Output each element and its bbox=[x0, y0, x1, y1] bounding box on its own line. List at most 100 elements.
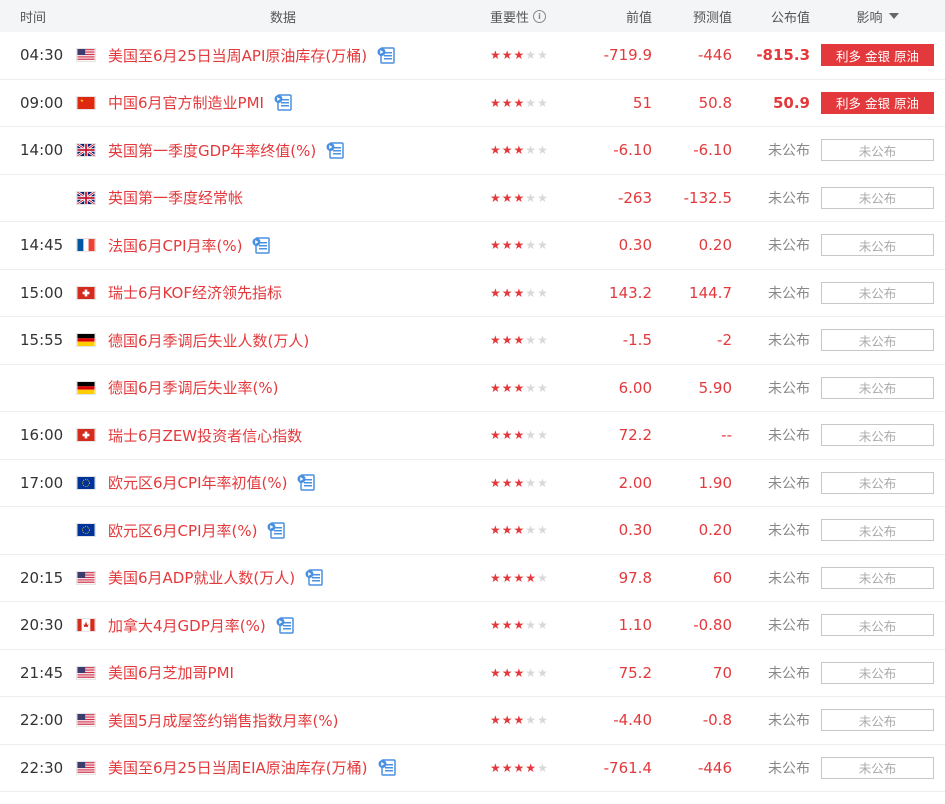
row-event[interactable]: 美国6月ADP就业人数(万人) bbox=[68, 567, 490, 588]
row-event[interactable]: 加拿大4月GDP月率(%) bbox=[68, 615, 490, 636]
row-event[interactable]: 欧元区6月CPI年率初值(%) bbox=[68, 472, 490, 493]
flag-fr-icon bbox=[76, 238, 96, 253]
effect-badge[interactable]: 未公布 bbox=[821, 234, 934, 257]
actual-value: 未公布 bbox=[768, 665, 810, 682]
table-row[interactable]: 欧元区6月CPI月率(%) ★ ★ ★ ★ ★ 0.30 0.20 未公布 未公布 bbox=[0, 507, 945, 555]
effect-badge[interactable]: 未公布 bbox=[821, 566, 934, 589]
table-row[interactable]: 04:30 美国至6月25日当周API原油库存(万桶) ★ ★ ★ ★ ★ -719.9… bbox=[0, 32, 945, 80]
event-name-link[interactable]: 英国第一季度经常帐 bbox=[108, 187, 243, 208]
event-name-link[interactable]: 德国6月季调后失业率(%) bbox=[108, 377, 279, 398]
row-event[interactable]: 美国5月成屋签约销售指数月率(%) bbox=[68, 710, 490, 731]
row-event[interactable]: 美国至6月25日当周API原油库存(万桶) bbox=[68, 45, 490, 66]
report-doc-icon[interactable] bbox=[274, 94, 292, 111]
row-event[interactable]: 美国至6月25日当周EIA原油库存(万桶) bbox=[68, 757, 490, 778]
effect-badge[interactable]: 未公布 bbox=[821, 471, 934, 494]
row-event[interactable]: ★ 中国6月官方制造业PMI bbox=[68, 92, 490, 113]
row-event[interactable]: 英国第一季度经常帐 bbox=[68, 187, 490, 208]
table-row[interactable]: 17:00 欧元区6月CPI年率初值(%) ★ ★ ★ ★ ★ 2.00 1.90 未公… bbox=[0, 460, 945, 507]
row-actual: 未公布 bbox=[732, 710, 810, 730]
header-effect-label: 影响 bbox=[856, 10, 883, 26]
event-name-link[interactable]: 中国6月官方制造业PMI bbox=[108, 92, 264, 113]
report-doc-icon[interactable] bbox=[326, 142, 344, 159]
event-name-link[interactable]: 美国6月芝加哥PMI bbox=[108, 662, 234, 683]
table-row[interactable]: 14:45 法国6月CPI月率(%) ★ ★ ★ ★ ★ 0.30 0.20 未公布 未… bbox=[0, 222, 945, 270]
info-icon[interactable]: i bbox=[533, 9, 547, 23]
star-icon: ★ bbox=[501, 190, 513, 205]
table-row[interactable]: 德国6月季调后失业率(%) ★ ★ ★ ★ ★ 6.00 5.90 未公布 未公布 bbox=[0, 365, 945, 412]
effect-badge[interactable]: 未公布 bbox=[821, 186, 934, 209]
event-name-link[interactable]: 德国6月季调后失业人数(万人) bbox=[108, 330, 309, 351]
row-event[interactable]: 法国6月CPI月率(%) bbox=[68, 235, 490, 256]
table-row[interactable]: 英国第一季度经常帐 ★ ★ ★ ★ ★ -263 -132.5 未公布 未公布 bbox=[0, 175, 945, 222]
table-row[interactable]: 14:00 英国第一季度GDP年率终值(%) ★ ★ ★ ★ ★ -6.10 -6.10… bbox=[0, 127, 945, 175]
table-row[interactable]: 15:55 德国6月季调后失业人数(万人) ★ ★ ★ ★ ★ -1.5 -2 未公布 … bbox=[0, 317, 945, 365]
row-event[interactable]: 英国第一季度GDP年率终值(%) bbox=[68, 140, 490, 161]
table-row[interactable]: 22:00 美国5月成屋签约销售指数月率(%) ★ ★ ★ ★ ★ -4.40 -0.8… bbox=[0, 697, 945, 745]
event-name-link[interactable]: 美国6月ADP就业人数(万人) bbox=[108, 567, 295, 588]
event-name-link[interactable]: 瑞士6月KOF经济领先指标 bbox=[108, 282, 282, 303]
row-event[interactable]: 瑞士6月ZEW投资者信心指数 bbox=[68, 425, 490, 446]
effect-badge[interactable]: 未公布 bbox=[821, 139, 934, 162]
table-row[interactable]: 15:00 瑞士6月KOF经济领先指标 ★ ★ ★ ★ ★ 143.2 144.7 未公… bbox=[0, 270, 945, 317]
event-name-link[interactable]: 欧元区6月CPI月率(%) bbox=[108, 520, 257, 541]
time-text: 15:00 bbox=[20, 283, 64, 302]
effect-badge[interactable]: 利多 金银 原油 bbox=[821, 44, 934, 67]
report-doc-icon[interactable] bbox=[252, 237, 271, 254]
table-row[interactable]: 21:45 美国6月芝加哥PMI ★ ★ ★ ★ ★ 75.2 70 未公布 未公布 bbox=[0, 650, 945, 697]
row-previous: 97.8 bbox=[572, 569, 652, 587]
flag-us-icon bbox=[76, 760, 96, 775]
report-doc-icon[interactable] bbox=[267, 522, 286, 539]
report-doc-icon[interactable] bbox=[377, 47, 395, 64]
star-icon: ★ bbox=[525, 143, 537, 158]
row-event[interactable]: 欧元区6月CPI月率(%) bbox=[68, 520, 490, 541]
row-event[interactable]: 美国6月芝加哥PMI bbox=[68, 662, 490, 683]
event-name-link[interactable]: 加拿大4月GDP月率(%) bbox=[108, 615, 266, 636]
row-actual: -815.3 bbox=[732, 46, 810, 64]
event-name-link[interactable]: 美国5月成屋签约销售指数月率(%) bbox=[108, 710, 339, 731]
star-icon: ★ bbox=[513, 713, 525, 728]
report-doc-icon[interactable] bbox=[297, 474, 316, 491]
star-icon: ★ bbox=[490, 380, 501, 395]
row-event[interactable]: 德国6月季调后失业人数(万人) bbox=[68, 330, 490, 351]
event-name-link[interactable]: 美国至6月25日当周API原油库存(万桶) bbox=[108, 45, 367, 66]
star-icon: ★ bbox=[525, 475, 537, 490]
effect-badge[interactable]: 未公布 bbox=[821, 756, 934, 779]
caret-down-icon[interactable] bbox=[888, 13, 899, 19]
table-row[interactable]: 09:00 ★ 中国6月官方制造业PMI ★ ★ ★ ★ ★ 51 50.8 50.9 … bbox=[0, 80, 945, 127]
effect-badge[interactable]: 未公布 bbox=[821, 281, 934, 304]
event-name-link[interactable]: 欧元区6月CPI年率初值(%) bbox=[108, 472, 287, 493]
table-row[interactable]: 16:00 瑞士6月ZEW投资者信心指数 ★ ★ ★ ★ ★ 72.2 -- 未公布 未… bbox=[0, 412, 945, 460]
row-forecast: -2 bbox=[652, 331, 732, 349]
row-event[interactable]: 德国6月季调后失业率(%) bbox=[68, 377, 490, 398]
event-name-link[interactable]: 瑞士6月ZEW投资者信心指数 bbox=[108, 425, 302, 446]
row-effect: 未公布 bbox=[810, 234, 945, 257]
event-name-link[interactable]: 法国6月CPI月率(%) bbox=[108, 235, 242, 256]
row-event[interactable]: 瑞士6月KOF经济领先指标 bbox=[68, 282, 490, 303]
effect-badge[interactable]: 未公布 bbox=[821, 519, 934, 542]
flag-us-icon bbox=[76, 665, 96, 680]
row-forecast: 0.20 bbox=[652, 236, 732, 254]
effect-badge[interactable]: 未公布 bbox=[821, 376, 934, 399]
previous-value: -4.40 bbox=[613, 711, 652, 730]
report-doc-icon[interactable] bbox=[276, 617, 294, 634]
row-previous: -1.5 bbox=[572, 331, 652, 349]
event-name-link[interactable]: 美国至6月25日当周EIA原油库存(万桶) bbox=[108, 757, 368, 778]
report-doc-icon[interactable] bbox=[378, 759, 396, 776]
effect-badge[interactable]: 未公布 bbox=[821, 709, 934, 732]
previous-value: 0.30 bbox=[618, 236, 652, 255]
star-icon: ★ bbox=[501, 428, 513, 443]
event-name-link[interactable]: 英国第一季度GDP年率终值(%) bbox=[108, 140, 316, 161]
importance-stars: ★ ★ ★ ★ ★ bbox=[490, 97, 548, 109]
table-row[interactable]: 22:30 美国至6月25日当周EIA原油库存(万桶) ★ ★ ★ ★ ★ -761.4… bbox=[0, 745, 945, 792]
effect-badge[interactable]: 未公布 bbox=[821, 329, 934, 352]
star-icon: ★ bbox=[525, 713, 537, 728]
table-row[interactable]: 20:15 美国6月ADP就业人数(万人) ★ ★ ★ ★ ★ 97.8 60 未公布 … bbox=[0, 555, 945, 602]
effect-badge[interactable]: 利多 金银 原油 bbox=[821, 91, 934, 114]
effect-badge[interactable]: 未公布 bbox=[821, 424, 934, 447]
effect-badge[interactable]: 未公布 bbox=[821, 614, 934, 637]
report-doc-icon[interactable] bbox=[305, 569, 323, 586]
table-row[interactable]: 20:30 加拿大4月GDP月率(%) ★ ★ ★ ★ ★ 1.10 -0.80 未公布… bbox=[0, 602, 945, 650]
flag-us-icon bbox=[76, 713, 96, 728]
header-effect[interactable]: 影响 bbox=[810, 7, 945, 26]
effect-badge[interactable]: 未公布 bbox=[821, 661, 934, 684]
